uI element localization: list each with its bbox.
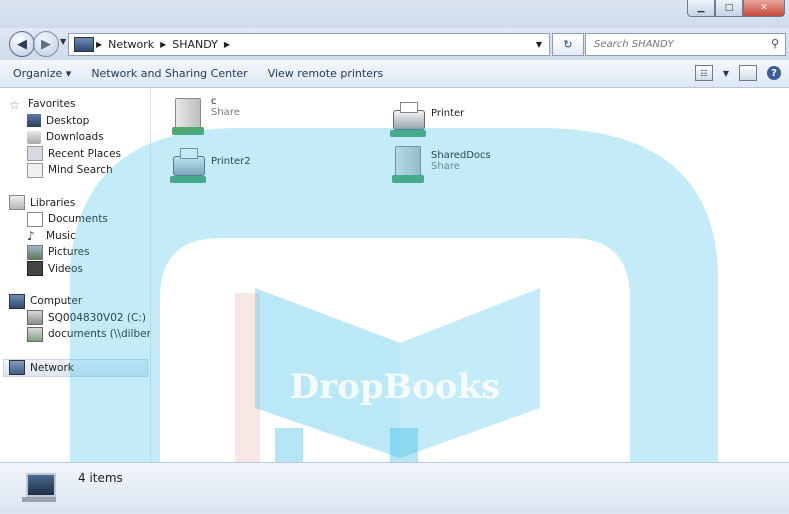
- network-sharing-center-button[interactable]: Network and Sharing Center: [81, 67, 257, 80]
- shared-folder-icon: [169, 96, 205, 135]
- details-pane: 4 items: [0, 462, 789, 511]
- sidebar-item-label: Recent Places: [48, 147, 122, 160]
- content-pane: c Share Printer Printer2 SharedDocs Shar…: [151, 88, 789, 462]
- sidebar-computer[interactable]: Computer: [0, 293, 150, 310]
- breadcrumb-separator-icon[interactable]: ▶: [158, 40, 168, 49]
- window-controls: ▁ □ ✕: [687, 0, 785, 17]
- sidebar-item-label: Documents: [48, 213, 108, 226]
- network-drive-icon: [27, 326, 43, 342]
- item-name: Printer: [431, 108, 465, 119]
- close-icon[interactable]: ✕: [743, 0, 785, 17]
- sidebar-item-downloads[interactable]: Downloads: [0, 129, 150, 146]
- music-icon: ♪: [27, 229, 35, 244]
- computer-group: Computer SQ004830V02 (C:) documents (\\d…: [0, 293, 150, 343]
- share-item-shareddocs[interactable]: SharedDocs Share: [389, 144, 491, 183]
- sidebar-item-label: Downloads: [46, 131, 104, 144]
- address-row: ◀ ▶ ▼ ▶ Network ▶ SHANDY ▶ ▼ ↻ ⚲: [0, 28, 789, 60]
- breadcrumb-separator-icon[interactable]: ▶: [222, 40, 232, 49]
- pictures-icon: [27, 244, 43, 260]
- printer-icon: [389, 102, 426, 138]
- help-icon[interactable]: ?: [767, 66, 781, 80]
- breadcrumb-shandy[interactable]: SHANDY: [168, 38, 222, 51]
- sidebar-item-label: Libraries: [30, 196, 76, 209]
- hard-drive-icon: [27, 310, 43, 326]
- refresh-button[interactable]: ↻: [552, 33, 584, 56]
- refresh-icon: ↻: [563, 38, 573, 51]
- item-type: Share: [211, 107, 240, 118]
- organize-menu[interactable]: Organize ▾: [0, 67, 81, 80]
- address-dropdown-icon[interactable]: ▼: [536, 40, 542, 49]
- sidebar-item-label: Videos: [48, 262, 83, 275]
- sidebar-item-documents[interactable]: Documents: [0, 211, 150, 228]
- sidebar-item-label: Music: [46, 229, 76, 242]
- preview-pane-icon[interactable]: [739, 65, 757, 81]
- sidebar-item-recent-places[interactable]: Recent Places: [0, 146, 150, 163]
- sidebar-item-network-drive[interactable]: documents (\\dilbert: [0, 326, 150, 343]
- network-computer-icon: [74, 37, 94, 52]
- item-name: c: [211, 96, 217, 107]
- window-bottom-border: [0, 510, 789, 514]
- toolbar-right: ☷ ▼ ?: [694, 65, 781, 81]
- breadcrumb-network[interactable]: Network: [104, 38, 158, 51]
- item-name: Printer2: [211, 156, 251, 167]
- mind-search-icon: [27, 162, 43, 178]
- desktop-icon: [27, 114, 41, 128]
- maximize-icon[interactable]: □: [715, 0, 743, 17]
- item-count: 4 items: [78, 471, 123, 485]
- title-bar: ▁ □ ✕: [0, 0, 789, 28]
- downloads-icon: [27, 130, 41, 144]
- printer-item-printer[interactable]: Printer: [389, 102, 464, 138]
- favorites-group: ☆ Favorites Desktop Downloads Recent Pla…: [0, 96, 150, 179]
- sidebar-item-desktop[interactable]: Desktop: [0, 113, 150, 130]
- minimize-icon[interactable]: ▁: [687, 0, 715, 17]
- sidebar-item-music[interactable]: ♪ Music: [0, 228, 150, 245]
- change-view-icon[interactable]: ☷: [694, 65, 713, 81]
- view-dropdown-icon[interactable]: ▼: [723, 69, 729, 78]
- back-arrow-icon: ◀: [17, 36, 27, 52]
- view-remote-printers-button[interactable]: View remote printers: [258, 67, 394, 80]
- computer-icon: [9, 293, 25, 309]
- videos-icon: [27, 261, 43, 277]
- sidebar-item-pictures[interactable]: Pictures: [0, 244, 150, 261]
- libraries-group: Libraries Documents ♪ Music Pictures Vid…: [0, 195, 150, 278]
- printer-item-printer2[interactable]: Printer2: [169, 148, 251, 184]
- sidebar-item-label: Pictures: [48, 246, 90, 259]
- forward-button[interactable]: ▶: [33, 31, 59, 57]
- sidebar-item-label: Mind Search: [48, 164, 113, 177]
- sidebar-libraries[interactable]: Libraries: [0, 195, 150, 212]
- sidebar-item-videos[interactable]: Videos: [0, 261, 150, 278]
- sidebar-network[interactable]: Network: [3, 358, 148, 377]
- search-icon[interactable]: ⚲: [771, 37, 779, 50]
- network-icon: [9, 360, 25, 376]
- item-name: SharedDocs: [431, 150, 491, 161]
- item-type: Share: [431, 161, 460, 172]
- command-bar: Organize ▾ Network and Sharing Center Vi…: [0, 60, 789, 88]
- printer-icon: [169, 148, 206, 184]
- shared-folder-icon: [389, 144, 425, 183]
- sidebar-favorites[interactable]: ☆ Favorites: [0, 96, 150, 113]
- sidebar-item-mind-search[interactable]: Mind Search: [0, 162, 150, 179]
- libraries-icon: [9, 195, 25, 211]
- address-bar[interactable]: ▶ Network ▶ SHANDY ▶ ▼: [68, 33, 550, 56]
- star-icon: ☆: [9, 97, 20, 112]
- navigation-pane: ☆ Favorites Desktop Downloads Recent Pla…: [0, 88, 151, 462]
- forward-arrow-icon: ▶: [41, 36, 51, 52]
- share-item-c[interactable]: c Share: [169, 96, 240, 135]
- search-box[interactable]: ⚲: [585, 33, 786, 56]
- recent-places-icon: [27, 146, 43, 162]
- network-computer-large-icon: [22, 471, 60, 503]
- documents-icon: [27, 211, 43, 227]
- network-group: Network: [0, 358, 150, 377]
- breadcrumb-separator-icon[interactable]: ▶: [94, 40, 104, 49]
- sidebar-item-label: Desktop: [46, 114, 90, 127]
- sidebar-item-label: SQ004830V02 (C:): [48, 311, 146, 324]
- sidebar-item-label: Favorites: [28, 98, 76, 111]
- sidebar-item-local-drive[interactable]: SQ004830V02 (C:): [0, 310, 150, 327]
- sidebar-item-label: Computer: [30, 295, 83, 308]
- back-button[interactable]: ◀: [9, 31, 35, 57]
- recent-pages-dropdown[interactable]: ▼: [60, 37, 66, 46]
- sidebar-item-label: Network: [30, 361, 74, 374]
- sidebar-item-label: documents (\\dilbert: [48, 328, 151, 341]
- search-input[interactable]: [592, 38, 766, 51]
